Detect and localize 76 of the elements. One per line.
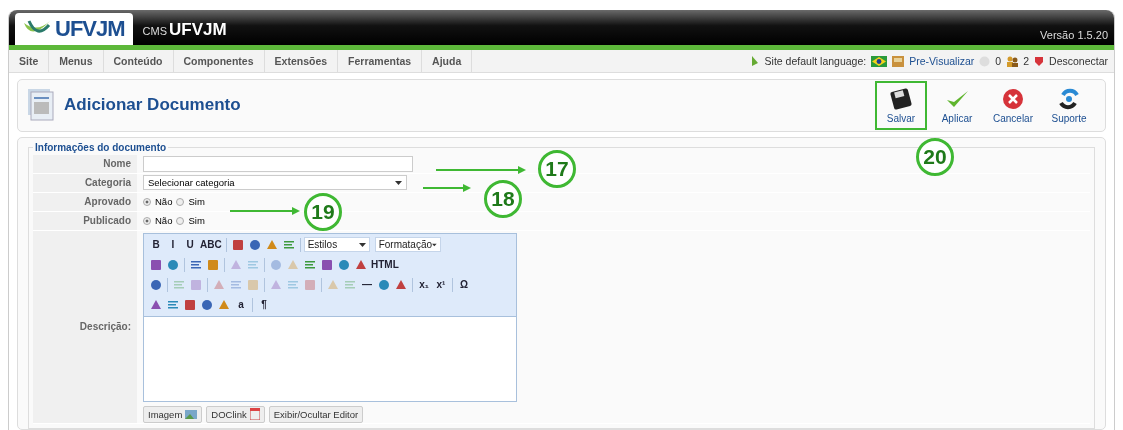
calendar-icon [249, 408, 260, 421]
editor-button[interactable]: DOClink [206, 406, 265, 423]
users-count: 2 [1023, 55, 1030, 68]
radio-label: Sim [188, 196, 205, 208]
menu-item[interactable]: Site [9, 50, 50, 72]
users-icon [1006, 55, 1019, 67]
radio-button[interactable] [143, 198, 151, 206]
page-title: Adicionar Documento [64, 95, 241, 116]
toolbar-icon[interactable] [182, 297, 198, 313]
toolbar-button[interactable]: HTML [370, 257, 400, 273]
radio-label: Não [155, 215, 173, 227]
caret-icon [395, 181, 402, 185]
cancel-icon [1003, 88, 1023, 109]
toolbar-button[interactable]: ¶ [256, 297, 272, 313]
toolbar-action-button[interactable]: Salvar [875, 80, 927, 130]
toolbar-icon[interactable] [199, 297, 215, 313]
preview-icon [892, 55, 905, 67]
toolbar-icon[interactable] [148, 257, 164, 273]
category-select[interactable]: Selecionar categoria [143, 175, 407, 191]
toolbar-action-button[interactable]: Cancelar [987, 80, 1039, 130]
menu-item[interactable]: Ajuda [422, 50, 473, 72]
toolbar-icon[interactable] [376, 277, 392, 293]
toolbar-icon[interactable] [148, 277, 164, 293]
name-input[interactable] [143, 156, 413, 172]
toolbar-icon[interactable] [205, 257, 221, 273]
swirl-logo-icon [1059, 88, 1079, 110]
toolbar-action-button[interactable]: Suporte [1043, 80, 1095, 130]
toolbar-icon[interactable] [319, 257, 335, 273]
site-title: UFVJM [169, 19, 227, 40]
menu-item[interactable]: Ferramentas [338, 50, 423, 72]
image-icon [185, 410, 198, 419]
logout-link[interactable]: Desconectar [1049, 55, 1108, 68]
field-label: Nome [33, 155, 137, 173]
toolbar-button[interactable]: Ω [456, 277, 472, 293]
toolbar-button[interactable]: I [165, 237, 181, 253]
style-dropdown[interactable]: Formatação [374, 237, 441, 253]
radio-button[interactable] [176, 217, 185, 225]
toolbar-button[interactable]: — [359, 277, 375, 293]
menu-item[interactable]: Componentes [173, 50, 265, 72]
toolbar-icon[interactable] [165, 257, 181, 273]
radio-label: Não [155, 196, 173, 208]
toolbar-button[interactable]: B [148, 237, 164, 253]
logout-icon [1034, 55, 1045, 67]
rich-text-editor[interactable]: B I U ABC Estilos Formatação HTML — x₁ x¹ Ω a ¶ [143, 233, 517, 402]
flag-icon [871, 55, 888, 67]
toolbar-action-button[interactable]: Aplicar [931, 80, 983, 130]
cms-label: CMS [142, 24, 167, 37]
version-label: Versão 1.5.20 [1040, 28, 1108, 41]
toolbar-button[interactable]: ABC [199, 237, 223, 253]
preview-link[interactable]: Pre-Visualizar [909, 55, 975, 68]
language-label: Site default language: [764, 55, 867, 68]
pointer-icon [749, 55, 760, 68]
menu-item[interactable]: Conteúdo [103, 50, 174, 72]
radio-label: Sim [188, 215, 205, 227]
leader-arrow [423, 184, 471, 192]
radio-button[interactable] [143, 217, 151, 225]
menu-item[interactable]: Menus [49, 50, 104, 72]
toolbar-button[interactable]: x¹ [433, 277, 449, 293]
radio-button[interactable] [176, 198, 185, 206]
caret-icon [358, 243, 366, 247]
logo: UFVJM [15, 13, 133, 46]
toolbar-button[interactable]: x₁ [416, 277, 432, 293]
checkmark-icon [947, 90, 968, 107]
section-legend: Informações do documento [33, 142, 169, 153]
caret-icon [432, 243, 437, 247]
menu-item[interactable]: Extensões [264, 50, 339, 72]
editor-button[interactable]: Exibir/Ocultar Editor [268, 406, 364, 423]
style-dropdown[interactable]: Estilos [303, 237, 370, 253]
leader-arrow [230, 207, 300, 215]
editor-button[interactable]: Imagem [143, 406, 203, 423]
toolbar-button[interactable]: U [182, 237, 198, 253]
toolbar-icon[interactable] [336, 257, 352, 273]
field-label: Descrição: [33, 231, 137, 423]
message-count: 0 [995, 55, 1002, 68]
documents-icon [26, 88, 56, 123]
toolbar-button[interactable]: a [233, 297, 249, 313]
